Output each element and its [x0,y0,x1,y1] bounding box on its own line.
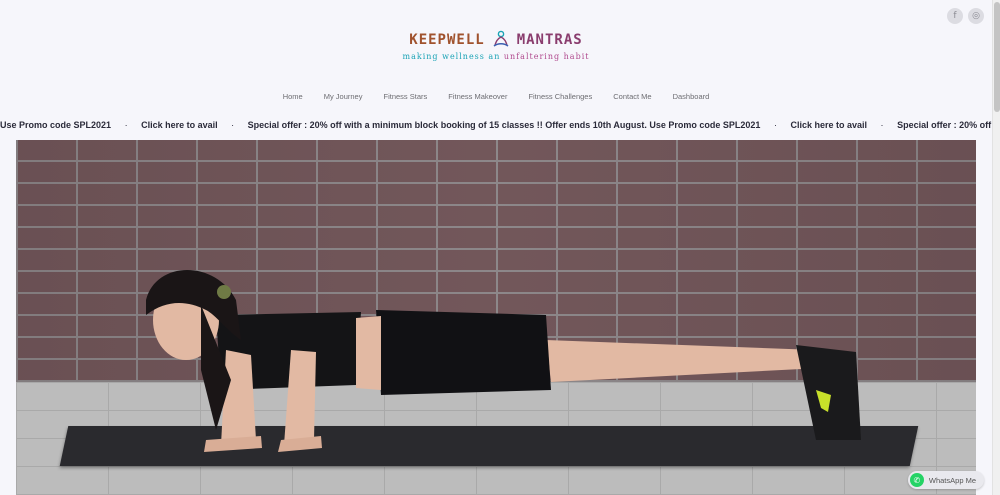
scrollbar-thumb[interactable] [994,2,1000,112]
promo-marquee: Use Promo code SPL2021 · Click here to a… [0,120,992,132]
nav-item-dashboard[interactable]: Dashboard [673,92,710,101]
pushup-figure [146,270,861,452]
main-nav: Home My Journey Fitness Stars Fitness Ma… [0,92,992,101]
nav-item-my-journey[interactable]: My Journey [324,92,363,101]
nav-item-home[interactable]: Home [283,92,303,101]
site-logo[interactable]: KEEPWELL MANTRAS making wellness an unfa… [0,30,992,61]
logo-word-keepwell: KEEPWELL [409,32,485,48]
special-offer-text-repeat: Special offer : 20% off with a minim [897,120,992,130]
logo-wordmark[interactable]: KEEPWELL MANTRAS [409,30,582,50]
avail-offer-link[interactable]: Click here to avail [790,120,867,130]
whatsapp-icon: ✆ [909,473,924,487]
instagram-icon[interactable]: ◎ [968,8,984,24]
tagline-part1: making wellness an [402,52,501,61]
nav-item-fitness-stars[interactable]: Fitness Stars [383,92,427,101]
marquee-separator: · [773,120,777,130]
whatsapp-label: WhatsApp Me [928,475,976,485]
promo-code-text: Use Promo code SPL2021 [0,120,112,130]
marquee-separator: · [231,120,235,130]
whatsapp-button[interactable]: ✆ WhatsApp Me [907,471,984,489]
tagline-part2: unfaltering habit [503,52,590,61]
avail-offer-link[interactable]: Click here to avail [141,120,218,130]
page-scrollbar[interactable] [992,0,1000,495]
logo-word-mantras: MANTRAS [516,32,583,48]
meditation-figure-icon [493,30,509,47]
marquee-track: Use Promo code SPL2021 · Click here to a… [0,120,992,130]
nav-item-fitness-makeover[interactable]: Fitness Makeover [448,92,507,101]
special-offer-text: Special offer : 20% off with a minimum b… [247,120,761,130]
marquee-separator: · [880,120,884,130]
nav-item-fitness-challenges[interactable]: Fitness Challenges [528,92,592,101]
logo-tagline: making wellness an unfaltering habit [0,52,992,61]
marquee-separator: · [124,120,128,130]
nav-item-contact-me[interactable]: Contact Me [613,92,651,101]
social-links: f ◎ [947,8,984,24]
hero-image [16,140,976,495]
facebook-icon[interactable]: f [947,8,963,24]
